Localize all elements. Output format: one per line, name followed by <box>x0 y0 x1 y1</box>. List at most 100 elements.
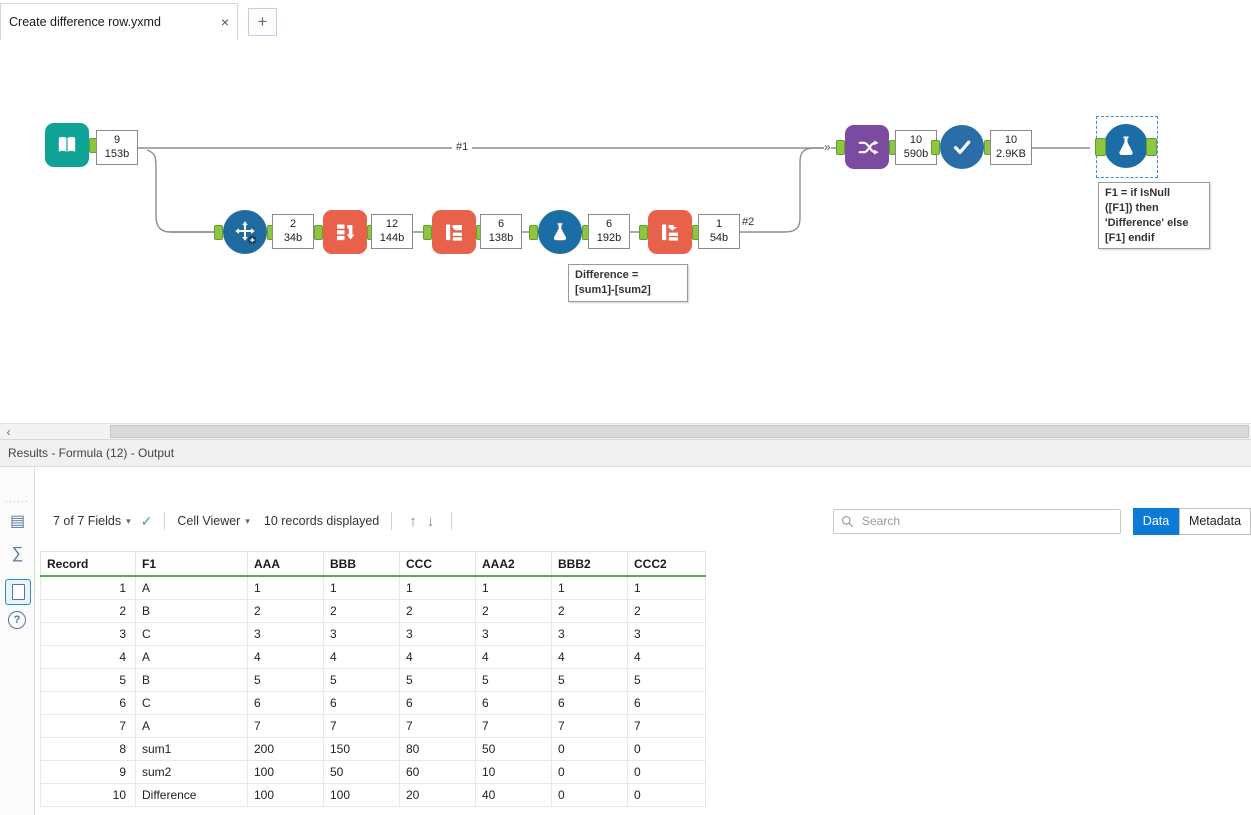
tool-annotation[interactable]: Difference = [sum1]-[sum2] <box>568 264 688 302</box>
table-cell: 4 <box>247 645 324 669</box>
table-cell: 4 <box>627 645 706 669</box>
help-icon[interactable]: ? <box>8 611 26 629</box>
record-number-cell: 6 <box>40 691 136 715</box>
table-cell: 3 <box>627 622 706 646</box>
arrange-tool[interactable] <box>214 210 276 254</box>
data-size: 192b <box>596 232 622 245</box>
table-cell: 4 <box>323 645 400 669</box>
input-anchor[interactable] <box>314 225 323 240</box>
crosstab-tool[interactable] <box>314 210 376 254</box>
column-header[interactable]: AAA <box>247 551 324 577</box>
up-arrow-button[interactable]: ↑ <box>409 513 417 530</box>
table-cell: 3 <box>323 622 400 646</box>
records-displayed-text: 10 records displayed <box>263 514 380 528</box>
check-tool[interactable] <box>931 125 993 169</box>
table-cell: 0 <box>551 737 628 761</box>
drag-grip-icon[interactable]: ······ <box>3 497 31 506</box>
column-header[interactable]: F1 <box>135 551 248 577</box>
search-box[interactable] <box>833 508 1121 534</box>
table-cell: 6 <box>627 691 706 715</box>
table-cell: 4 <box>475 645 552 669</box>
input-anchor[interactable] <box>529 225 538 240</box>
table-cell: 4 <box>551 645 628 669</box>
check-icon <box>953 140 971 154</box>
input-anchor[interactable] <box>639 225 648 240</box>
table-cell: 100 <box>323 783 400 807</box>
table-cell: 2 <box>475 599 552 623</box>
transpose-tool[interactable] <box>423 210 485 254</box>
column-header[interactable]: BBB <box>323 551 400 577</box>
cell-viewer-dropdown[interactable]: Cell Viewer <box>177 514 240 528</box>
table-cell: 6 <box>399 691 476 715</box>
transpose-icon <box>446 224 462 241</box>
divider <box>164 512 166 530</box>
divider <box>451 512 453 530</box>
input-anchor[interactable] <box>214 225 223 240</box>
table-cell: 3 <box>399 622 476 646</box>
column-header[interactable]: CCC2 <box>627 551 706 577</box>
close-tab-icon[interactable]: × <box>221 14 229 30</box>
table-cell: 7 <box>247 714 324 738</box>
table-cell: B <box>135 668 248 692</box>
input-anchor[interactable] <box>1095 138 1106 156</box>
scroll-left-button[interactable]: ‹ <box>0 424 17 439</box>
record-count: 12 <box>385 218 399 230</box>
table-cell: 3 <box>247 622 324 646</box>
table-cell: 1 <box>627 575 706 600</box>
connection-label-1: #1 <box>452 141 473 153</box>
input-anchor[interactable] <box>836 140 845 155</box>
table-cell: 6 <box>323 691 400 715</box>
record-count: 1 <box>715 218 723 230</box>
column-header[interactable]: BBB2 <box>551 551 628 577</box>
search-input[interactable] <box>860 513 1113 529</box>
input-anchor[interactable] <box>423 225 432 240</box>
table-row: 4A444444 <box>40 645 706 669</box>
column-header[interactable]: Record <box>40 551 136 577</box>
table-cell: 1 <box>323 575 400 600</box>
crosstab-tool-2[interactable] <box>639 210 701 254</box>
sigma-icon[interactable]: ∑ <box>0 545 35 563</box>
formula-tool[interactable] <box>529 210 591 254</box>
results-panel-title: Results - Formula (12) - Output <box>8 446 175 460</box>
data-tab[interactable]: Data <box>1133 507 1179 535</box>
input-anchor[interactable] <box>931 140 940 155</box>
table-cell: 6 <box>475 691 552 715</box>
table-row: 5B555555 <box>40 668 706 692</box>
connection-label-2: #2 <box>742 216 755 228</box>
scrollbar-thumb[interactable] <box>110 425 1249 438</box>
cell-viewer-panel-icon[interactable] <box>5 579 31 605</box>
table-cell: 20 <box>399 783 476 807</box>
table-cell: 1 <box>475 575 552 600</box>
column-header[interactable]: CCC <box>399 551 476 577</box>
input-data-tool[interactable] <box>45 123 98 167</box>
formula-tool-selected[interactable] <box>1095 124 1157 168</box>
table-cell: 0 <box>627 783 706 807</box>
tool-annotation[interactable]: F1 = if IsNull ([F1]) then 'Difference' … <box>1098 182 1210 250</box>
table-cell: Difference <box>135 783 248 807</box>
header-row: Record F1 AAA BBB CCC AAA2 BBB2 CCC2 <box>40 551 706 577</box>
table-cell: 4 <box>399 645 476 669</box>
metadata-tab[interactable]: Metadata <box>1179 507 1251 535</box>
tab-bar: Create difference row.yxmd × + <box>0 0 1251 41</box>
table-cell: 6 <box>247 691 324 715</box>
chevron-down-icon[interactable]: ▾ <box>245 516 250 527</box>
workflow-canvas[interactable]: 9 153b #1 2 34b 12 144b 6 138b 6 192b Di… <box>0 40 1251 423</box>
table-cell: 5 <box>551 668 628 692</box>
chevron-down-icon[interactable]: ▾ <box>126 516 131 527</box>
record-number-cell: 2 <box>40 599 136 623</box>
down-arrow-button[interactable]: ↓ <box>427 513 435 530</box>
horizontal-scrollbar[interactable]: ‹ <box>0 423 1251 440</box>
table-view-icon[interactable]: ▤ <box>0 511 35 531</box>
table-cell: 100 <box>247 760 324 784</box>
table-cell: 7 <box>399 714 476 738</box>
fields-dropdown[interactable]: 7 of 7 Fields <box>53 514 121 528</box>
output-anchor[interactable] <box>1146 138 1157 156</box>
record-count: 9 <box>113 134 121 146</box>
record-number-cell: 4 <box>40 645 136 669</box>
new-tab-button[interactable]: + <box>248 8 277 36</box>
union-tool[interactable] <box>836 125 898 169</box>
column-header[interactable]: AAA2 <box>475 551 552 577</box>
record-count: 6 <box>497 218 505 230</box>
apply-check-icon[interactable]: ✓ <box>141 513 153 530</box>
workflow-tab[interactable]: Create difference row.yxmd × <box>0 3 238 40</box>
